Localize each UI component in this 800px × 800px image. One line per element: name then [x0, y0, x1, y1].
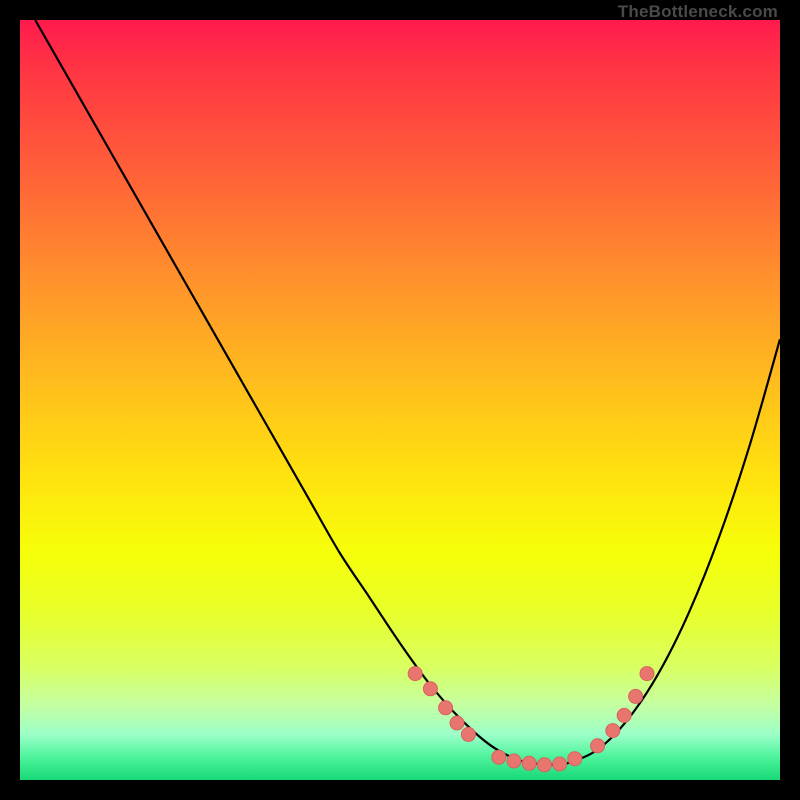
bottleneck-curve [20, 20, 780, 780]
curve-marker [629, 689, 643, 703]
chart-frame: TheBottleneck.com [0, 0, 800, 800]
curve-marker [617, 708, 631, 722]
curve-marker [461, 727, 475, 741]
curve-marker [606, 724, 620, 738]
curve-markers [408, 667, 654, 772]
curve-marker [408, 667, 422, 681]
curve-marker [537, 758, 551, 772]
attribution-label: TheBottleneck.com [618, 2, 778, 22]
curve-marker [640, 667, 654, 681]
curve-marker [568, 752, 582, 766]
curve-marker [522, 756, 536, 770]
curve-marker [591, 739, 605, 753]
curve-marker [423, 682, 437, 696]
curve-marker [439, 701, 453, 715]
curve-marker [553, 757, 567, 771]
curve-marker [450, 716, 464, 730]
curve-marker [507, 754, 521, 768]
curve-marker [492, 750, 506, 764]
curve-path [35, 20, 780, 765]
